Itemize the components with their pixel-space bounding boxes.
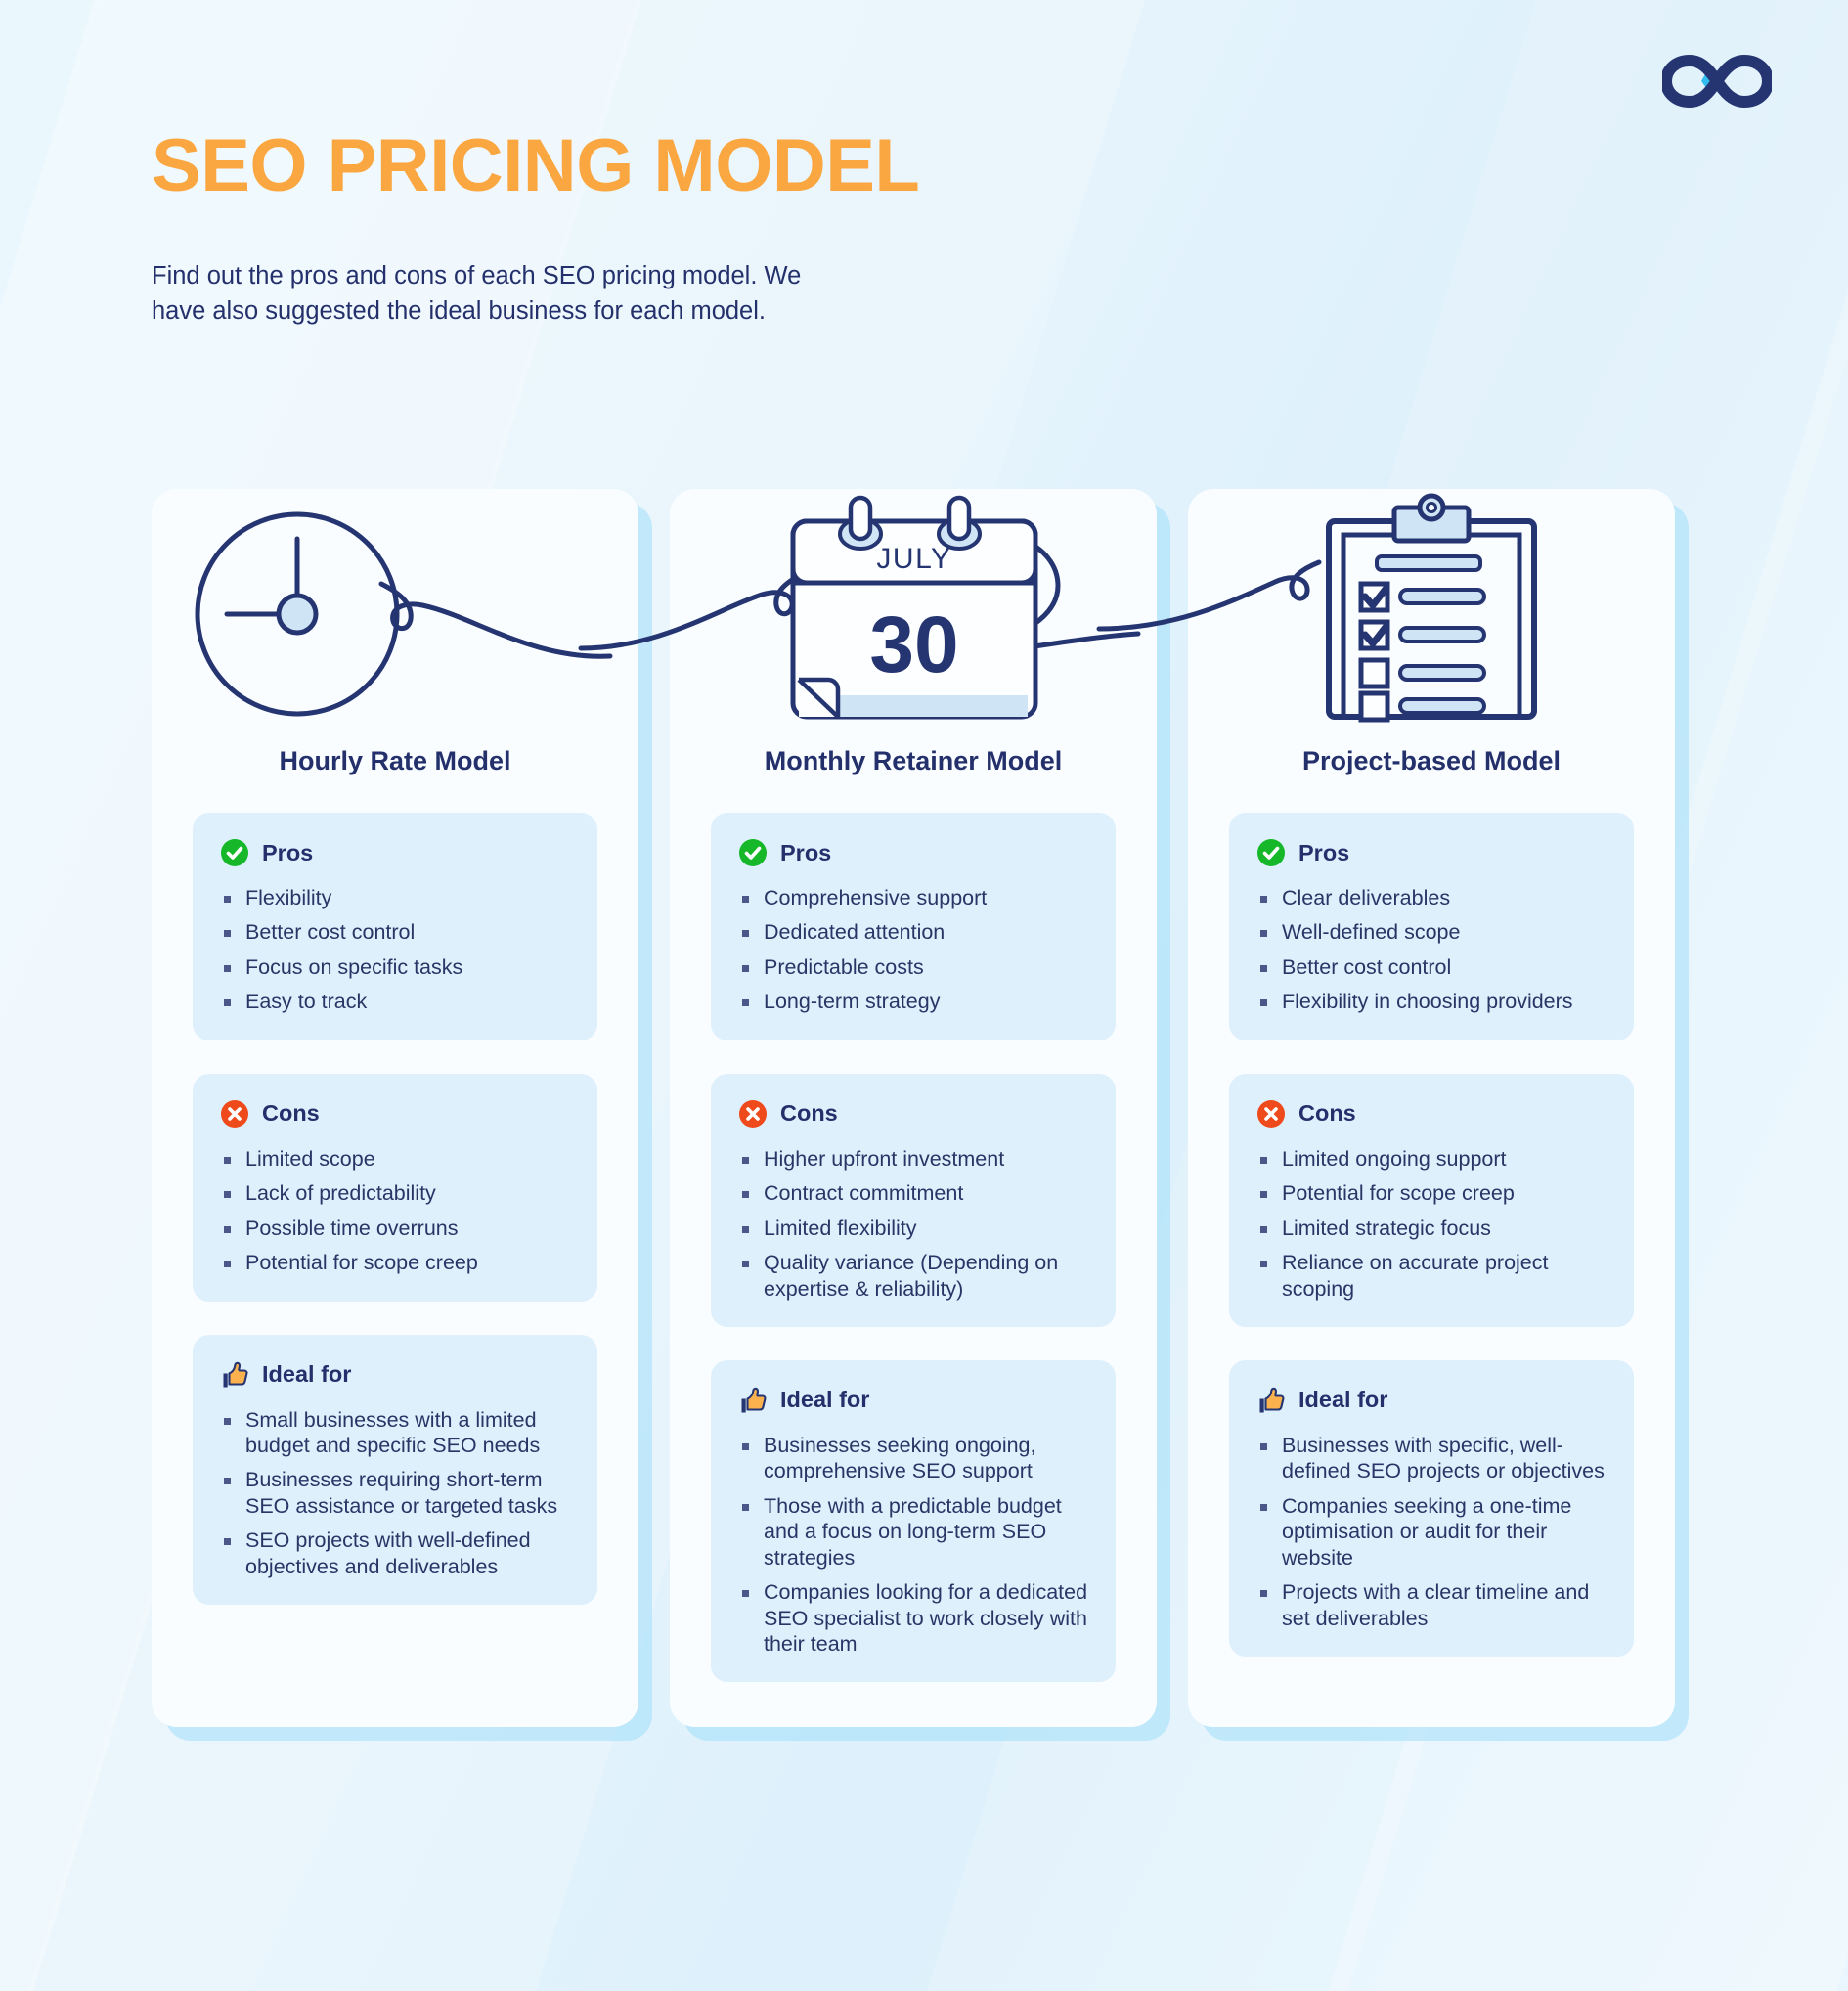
calendar-day-text: 30 [869,600,958,689]
model-card-monthly-retainer: JULY 30 Monthly Retainer Model Pros Comp… [578,489,1157,1728]
list-item: Predictable costs [738,954,1090,980]
list-item: Limited strategic focus [1256,1216,1608,1241]
cons-label: Cons [262,1100,320,1127]
list-item: Higher upfront investment [738,1146,1090,1172]
pros-list: Comprehensive support Dedicated attentio… [738,885,1090,1015]
ideal-for-header: Ideal for [1256,1386,1608,1415]
ideal-for-header: Ideal for [738,1386,1090,1415]
list-item: Quality variance (Depending on expertise… [738,1250,1090,1302]
cons-list: Limited scope Lack of predictability Pos… [220,1146,572,1276]
list-item: Better cost control [1256,954,1608,980]
list-item: Lack of predictability [220,1180,572,1206]
thumbs-up-icon [741,1387,767,1413]
page-title: SEO PRICING MODEL [152,124,920,207]
list-item: Limited flexibility [738,1216,1090,1241]
clock-icon-area [152,489,638,738]
cons-section: Cons Limited ongoing support Potential f… [1229,1073,1634,1327]
list-item: Long-term strategy [738,989,1090,1014]
cons-header: Cons [1256,1099,1608,1128]
ideal-for-list: Businesses with specific, well-defined S… [1256,1433,1608,1631]
check-circle-icon [739,839,767,866]
cons-header: Cons [220,1099,572,1128]
ideal-for-section: Ideal for Businesses with specific, well… [1229,1359,1634,1657]
list-item: Reliance on accurate project scoping [1256,1250,1608,1302]
calendar-icon: JULY 30 [578,495,1141,719]
ideal-for-section: Ideal for Small businesses with a limite… [193,1334,597,1606]
page-subtitle: Find out the pros and cons of each SEO p… [152,262,802,326]
infographic-page: SEO PRICING MODEL Find out the pros and … [0,0,1848,1991]
list-item: Potential for scope creep [220,1250,572,1275]
list-item: SEO projects with well-defined objective… [220,1527,572,1579]
cons-label: Cons [1298,1100,1356,1127]
ideal-for-label: Ideal for [262,1361,352,1387]
ideal-for-list: Businesses seeking ongoing, comprehensiv… [738,1433,1090,1658]
list-item: Dedicated attention [738,919,1090,945]
ideal-for-section: Ideal for Businesses seeking ongoing, co… [711,1359,1116,1683]
pros-section: Pros Comprehensive support Dedicated att… [711,813,1116,1040]
list-item: Businesses requiring short-term SEO assi… [220,1467,572,1519]
header: SEO PRICING MODEL Find out the pros and … [152,129,1227,329]
list-item: Small businesses with a limited budget a… [220,1407,572,1459]
calendar-icon-area: JULY 30 [578,489,1157,738]
ideal-for-header: Ideal for [220,1360,572,1390]
list-item: Well-defined scope [1256,919,1608,945]
list-item: Potential for scope creep [1256,1180,1608,1206]
list-item: Limited ongoing support [1256,1146,1608,1172]
list-item: Those with a predictable budget and a fo… [738,1493,1090,1571]
check-circle-icon [1257,839,1285,866]
pros-header: Pros [220,838,572,867]
cons-header: Cons [738,1099,1090,1128]
pros-label: Pros [1298,839,1350,865]
calendar-month-text: JULY [876,543,951,575]
list-item: Projects with a clear timeline and set d… [1256,1579,1608,1631]
list-item: Businesses seeking ongoing, comprehensiv… [738,1433,1090,1484]
list-item: Contract commitment [738,1180,1090,1206]
x-circle-icon [739,1099,767,1128]
clipboard-icon-area [1096,489,1675,738]
pros-label: Pros [262,839,314,865]
list-item: Flexibility [220,885,572,910]
cons-list: Limited ongoing support Potential for sc… [1256,1146,1608,1302]
ideal-for-list: Small businesses with a limited budget a… [220,1407,572,1580]
pros-header: Pros [738,838,1090,867]
thumbs-up-icon [1259,1387,1285,1413]
pros-list: Clear deliverables Well-defined scope Be… [1256,885,1608,1015]
clock-icon [195,511,613,716]
model-title: Hourly Rate Model [279,746,511,775]
list-item: Limited scope [220,1146,572,1172]
clipboard-checklist-icon [1096,493,1537,722]
list-item: Companies looking for a dedicated SEO sp… [738,1579,1090,1657]
model-columns: Hourly Rate Model Pros Flexibility Bette… [152,489,1706,1728]
cons-label: Cons [780,1100,838,1127]
x-circle-icon [221,1099,248,1128]
list-item: Flexibility in choosing providers [1256,989,1608,1014]
model-card-project-based: Project-based Model Pros Clear deliverab… [1096,489,1675,1728]
list-item: Possible time overruns [220,1216,572,1241]
model-card-hourly-rate: Hourly Rate Model Pros Flexibility Bette… [152,489,638,1728]
pros-section: Pros Flexibility Better cost control Foc… [193,813,597,1040]
pros-list: Flexibility Better cost control Focus on… [220,885,572,1015]
list-item: Comprehensive support [738,885,1090,910]
list-item: Clear deliverables [1256,885,1608,910]
model-title: Monthly Retainer Model [764,746,1063,775]
ideal-for-label: Ideal for [1298,1387,1388,1413]
thumbs-up-icon [223,1361,248,1387]
list-item: Easy to track [220,989,572,1014]
list-item: Focus on specific tasks [220,954,572,980]
pros-header: Pros [1256,838,1608,867]
list-item: Companies seeking a one-time optimisatio… [1256,1493,1608,1571]
list-item: Businesses with specific, well-defined S… [1256,1433,1608,1484]
cons-list: Higher upfront investment Contract commi… [738,1146,1090,1302]
list-item: Better cost control [220,919,572,945]
check-circle-icon [221,839,248,866]
ideal-for-label: Ideal for [780,1387,870,1413]
pros-section: Pros Clear deliverables Well-defined sco… [1229,813,1634,1040]
pros-label: Pros [780,839,832,865]
infinity-logo [1660,51,1774,111]
cons-section: Cons Limited scope Lack of predictabilit… [193,1073,597,1302]
x-circle-icon [1257,1099,1285,1128]
cons-section: Cons Higher upfront investment Contract … [711,1073,1116,1327]
model-title: Project-based Model [1301,746,1562,775]
